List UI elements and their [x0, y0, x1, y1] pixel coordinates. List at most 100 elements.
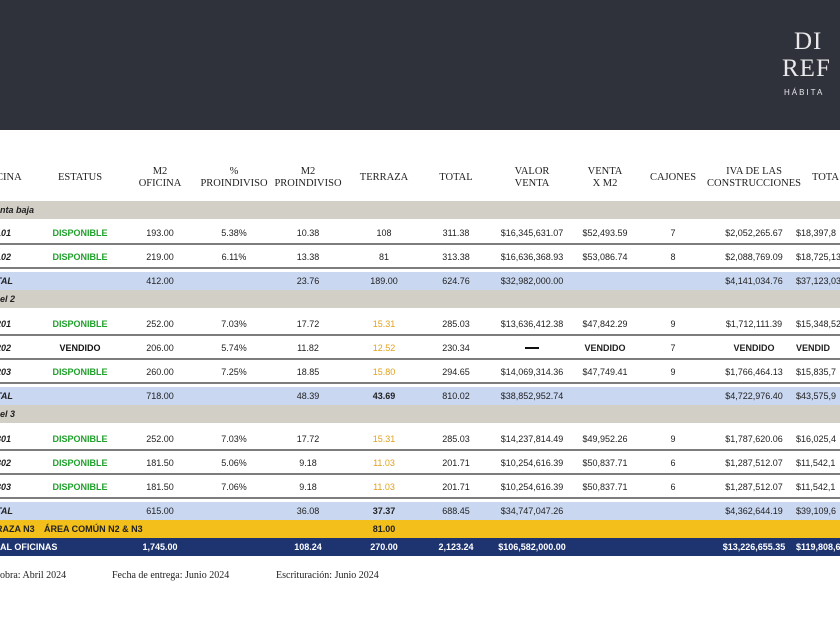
cell-venta-m2: $49,952.26: [582, 433, 628, 444]
cell-cajones: 7: [670, 342, 676, 353]
cell-id: 301: [0, 433, 12, 444]
cell-iva: $1,766,464.13: [725, 366, 783, 377]
cell-status: DISPONIBLE: [52, 366, 108, 377]
cell-id: 101: [0, 227, 12, 238]
cell-m2-oficina: 1,745.00: [142, 542, 178, 552]
cell-total: 201.71: [442, 457, 470, 468]
cell-total-final: $15,348,52: [796, 318, 840, 329]
cell-proindiviso-pct: 7.25%: [221, 366, 247, 377]
column-header-m2-oficina: M2 OFICINA: [138, 166, 182, 189]
cell-proindiviso-pct: [198, 387, 270, 405]
table-row: 102 DISPONIBLE 219.00 6.11% 13.38 81 313.38 $16…: [0, 246, 840, 269]
cell-id: TAL: [0, 276, 13, 286]
column-header-total: TOTAL: [439, 172, 473, 183]
cell-m2-proindiviso: 9.18: [299, 457, 317, 468]
grand-total-row: AL OFICINAS 1,745.00 108.24 270.00 2,123.24 $…: [0, 538, 840, 556]
cell-cajones: 6: [670, 457, 676, 468]
cell-valor-venta: $14,237,814.49: [500, 433, 564, 444]
cell-total-final: $18,397,8: [796, 227, 837, 238]
cell-iva: $1,287,512.07: [725, 481, 783, 492]
column-header-total-final: TOTA: [812, 172, 839, 183]
cell-valor-venta: $34,747,047.26: [500, 506, 564, 516]
cell-cajones: 9: [670, 433, 676, 444]
terraza-common-row: RAZA N3 ÁREA COMÚN N2 & N3 81.00: [0, 520, 840, 538]
cell-m2-oficina: 252.00: [146, 433, 174, 444]
cell-proindiviso-pct: [198, 502, 270, 520]
cell-total-final: $43,575,9: [796, 391, 837, 401]
cell-status: VENDIDO: [59, 342, 101, 353]
cell-terraza: 108: [376, 227, 392, 238]
cell-total: 311.38: [442, 227, 470, 238]
brand-line-1: DI: [794, 28, 823, 55]
cell-valor-venta: [492, 337, 572, 358]
cell-cajones: 7: [670, 227, 676, 238]
cell-m2-proindiviso: 48.39: [296, 391, 320, 401]
cell-total: 285.03: [442, 318, 470, 329]
cell-status: DISPONIBLE: [52, 433, 108, 444]
cell-iva: $1,287,512.07: [725, 457, 783, 468]
cell-terraza: 37.37: [372, 506, 396, 516]
cell-total: 294.65: [442, 366, 470, 377]
cell-terraza: 11.03: [373, 457, 395, 468]
cell-venta-m2: [572, 272, 638, 290]
cell-m2-oficina: 412.00: [146, 276, 174, 286]
cell-status: DISPONIBLE: [52, 457, 108, 468]
cell-m2-proindiviso: 9.18: [299, 481, 317, 492]
cell-iva: $4,362,644.19: [725, 506, 783, 516]
cell-m2-oficina: 181.50: [146, 481, 174, 492]
cell-total: 230.34: [442, 342, 470, 353]
cell-label: ÁREA COMÚN N2 & N3: [44, 524, 143, 534]
cell-total-final: $16,025,4: [796, 433, 837, 444]
cell-status: DISPONIBLE: [52, 251, 108, 262]
cell-m2-proindiviso: 36.08: [296, 506, 320, 516]
cell-cajones: 8: [670, 251, 676, 262]
cell-venta-m2: $50,837.71: [582, 481, 628, 492]
section-row: el 3: [0, 405, 840, 423]
header-banner: DI REF HÁBITA: [0, 0, 840, 130]
footer-entrega: Fecha de entrega: Junio 2024: [112, 570, 230, 581]
cell-valor-venta: $14,069,314.36: [500, 366, 564, 377]
cell-proindiviso-pct: 5.38%: [221, 227, 247, 238]
cell-proindiviso-pct: 7.03%: [221, 318, 247, 329]
cell-status: [40, 272, 120, 290]
cell-proindiviso-pct: 7.06%: [221, 481, 247, 492]
cell-iva: $4,141,034.76: [725, 276, 783, 286]
cell-valor-venta: $13,636,412.38: [500, 318, 564, 329]
cell-id: 302: [0, 457, 12, 468]
cell-venta-m2: VENDIDO: [584, 342, 626, 353]
cell-m2-proindiviso: 23.76: [296, 276, 320, 286]
cell-m2-proindiviso: 18.85: [296, 366, 320, 377]
cell-terraza: 81.00: [372, 524, 396, 534]
column-header-id: CINA: [0, 172, 22, 183]
cell-proindiviso-pct: 6.11%: [221, 251, 247, 262]
cell-cajones: 9: [670, 318, 676, 329]
cell-total-final: $119,808,6: [796, 542, 840, 552]
cell-label: el 3: [0, 409, 16, 419]
cell-iva: $2,088,769.09: [725, 251, 783, 262]
cell-cajones: [640, 272, 706, 290]
cell-label: nta baja: [0, 205, 35, 215]
cell-cajones: [640, 502, 706, 520]
cell-label: el 2: [0, 294, 16, 304]
cell-venta-m2: [572, 502, 638, 520]
footer-obra: obra: Abril 2024: [0, 570, 67, 581]
cell-total: 313.38: [442, 251, 470, 262]
cell-proindiviso-pct: 5.06%: [221, 457, 247, 468]
cell-id: TAL: [0, 391, 13, 401]
column-header-valor-venta: VALOR VENTA: [514, 166, 550, 189]
cell-terraza: 15.31: [372, 318, 396, 329]
cell-m2-oficina: 252.00: [146, 318, 174, 329]
cell-cajones: 6: [670, 481, 676, 492]
footer-escrituracion: Escrituración: Junio 2024: [276, 570, 379, 581]
column-header-iva: IVA DE LAS CONSTRUCCIONES: [707, 166, 801, 189]
cell-proindiviso-pct: [198, 272, 270, 290]
cell-m2-oficina: 615.00: [146, 506, 174, 516]
cell-m2-proindiviso: 17.72: [296, 318, 320, 329]
cell-cajones: 9: [670, 366, 676, 377]
cell-label: AL OFICINAS: [0, 542, 58, 552]
cell-m2-oficina: 260.00: [146, 366, 174, 377]
section-row: nta baja: [0, 201, 840, 219]
table-header: CINA ESTATUS M2 OFICINA % PROINDIVISO M2 PRO…: [0, 160, 840, 196]
column-header-status: ESTATUS: [57, 172, 103, 183]
cell-status: [40, 502, 120, 520]
